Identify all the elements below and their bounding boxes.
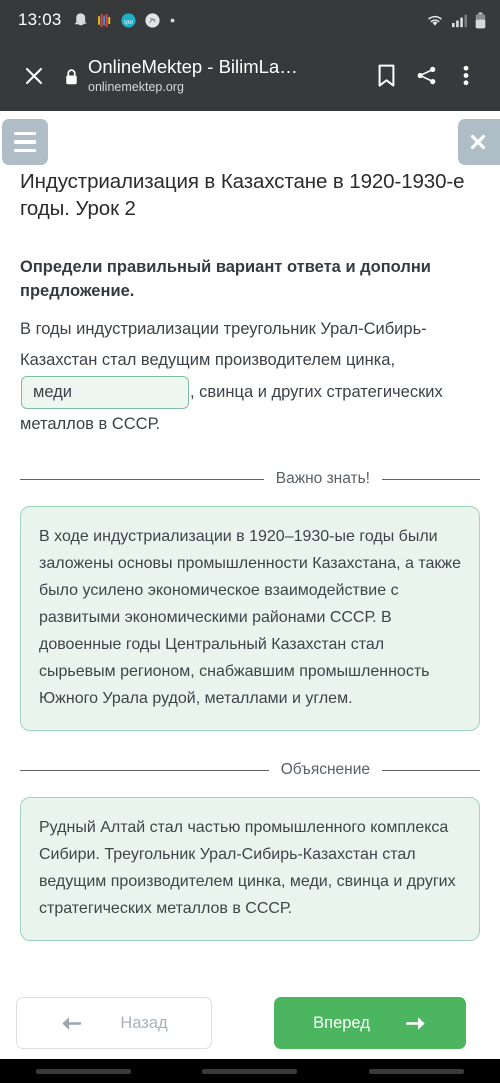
overflow-menu-button[interactable] — [446, 56, 486, 96]
overflow-menu-icon — [463, 65, 469, 86]
address-bar-texts: OnlineMektep - BilimLa… onlinemektep.org — [82, 56, 298, 95]
lesson-content: Индустриализация в Казахстане в 1920-193… — [0, 168, 500, 941]
explanation-divider: Объяснение — [20, 761, 480, 779]
app-circle-icon: ųш — [120, 12, 136, 28]
wifi-icon — [428, 15, 442, 26]
fill-in-sentence: В годы индустриализации треугольник Урал… — [20, 314, 480, 440]
explanation-card: Рудный Алтай стал частью промышленного к… — [20, 797, 480, 941]
system-navigation-bar — [0, 1059, 500, 1083]
browser-toolbar: OnlineMektep - BilimLa… onlinemektep.org — [0, 40, 500, 111]
nav-back-button[interactable] — [369, 1068, 465, 1074]
share-icon — [417, 66, 435, 85]
equalizer-icon — [97, 13, 110, 27]
close-lesson-button[interactable] — [458, 119, 500, 165]
hamburger-menu-icon-bar — [14, 148, 36, 153]
address-bar[interactable]: OnlineMektep - BilimLa… onlinemektep.org — [54, 56, 366, 95]
dot-icon — [170, 18, 174, 22]
lock-icon-wrapper — [60, 66, 82, 86]
close-icon — [25, 67, 43, 84]
close-tab-button[interactable] — [14, 56, 54, 96]
share-button[interactable] — [406, 56, 446, 96]
page-url-text: onlinemektep.org — [88, 80, 184, 94]
divider-line-left — [20, 769, 269, 771]
important-divider-label: Важно знать! — [275, 470, 370, 487]
close-icon — [470, 134, 486, 150]
answer-input[interactable] — [21, 376, 189, 409]
page-title-text: OnlineMektep - BilimLa… — [88, 56, 298, 77]
status-bar-system-icons — [425, 12, 487, 29]
arrow-left-icon — [62, 1016, 82, 1030]
sentence-text-before: В годы индустриализации треугольник Урал… — [20, 320, 427, 369]
forward-button-label: Вперед — [313, 1013, 370, 1032]
status-bar: 13:03 ųш — [0, 0, 500, 40]
hamburger-menu-icon-bar — [14, 140, 36, 144]
lesson-navigation: Назад Вперед — [0, 997, 500, 1049]
page-title: Индустриализация в Казахстане в 1920-193… — [20, 170, 465, 220]
phone-screen: 13:03 ųш OnlineMektep - BilimLa… onlinem… — [0, 0, 500, 1083]
hamburger-menu-icon-bar — [14, 131, 36, 136]
lesson-page: Индустриализация в Казахстане в 1920-193… — [0, 111, 500, 1059]
lock-icon — [65, 68, 77, 84]
hamburger-menu-button[interactable] — [2, 119, 48, 165]
ghost-icon — [74, 12, 87, 25]
important-info-card: В ходе индустриализации в 1920–1930-ые г… — [20, 506, 480, 731]
bookmark-icon — [378, 64, 394, 87]
divider-line-right — [382, 769, 480, 771]
task-prompt: Определи правильный вариант ответа и доп… — [20, 258, 431, 300]
bookmark-button[interactable] — [366, 56, 406, 96]
status-bar-clock: 13:03 — [18, 10, 62, 29]
divider-line-left — [20, 478, 264, 480]
nav-home-button[interactable] — [202, 1068, 298, 1074]
page-topbar — [0, 111, 500, 166]
arrow-right-icon — [405, 1016, 425, 1030]
divider-line-right — [382, 478, 480, 480]
explanation-divider-label: Объяснение — [280, 761, 370, 778]
important-divider: Важно знать! — [20, 470, 480, 488]
shazam-icon — [144, 12, 160, 28]
status-bar-notification-icons: ųш — [72, 12, 425, 29]
back-button-label: Назад — [120, 1013, 168, 1032]
battery-icon — [475, 12, 486, 28]
forward-button[interactable]: Вперед — [274, 997, 466, 1049]
nav-recents-button[interactable] — [35, 1068, 131, 1074]
svg-text:ųш: ųш — [124, 18, 133, 25]
back-button[interactable]: Назад — [16, 997, 212, 1049]
signal-icon — [452, 14, 467, 27]
